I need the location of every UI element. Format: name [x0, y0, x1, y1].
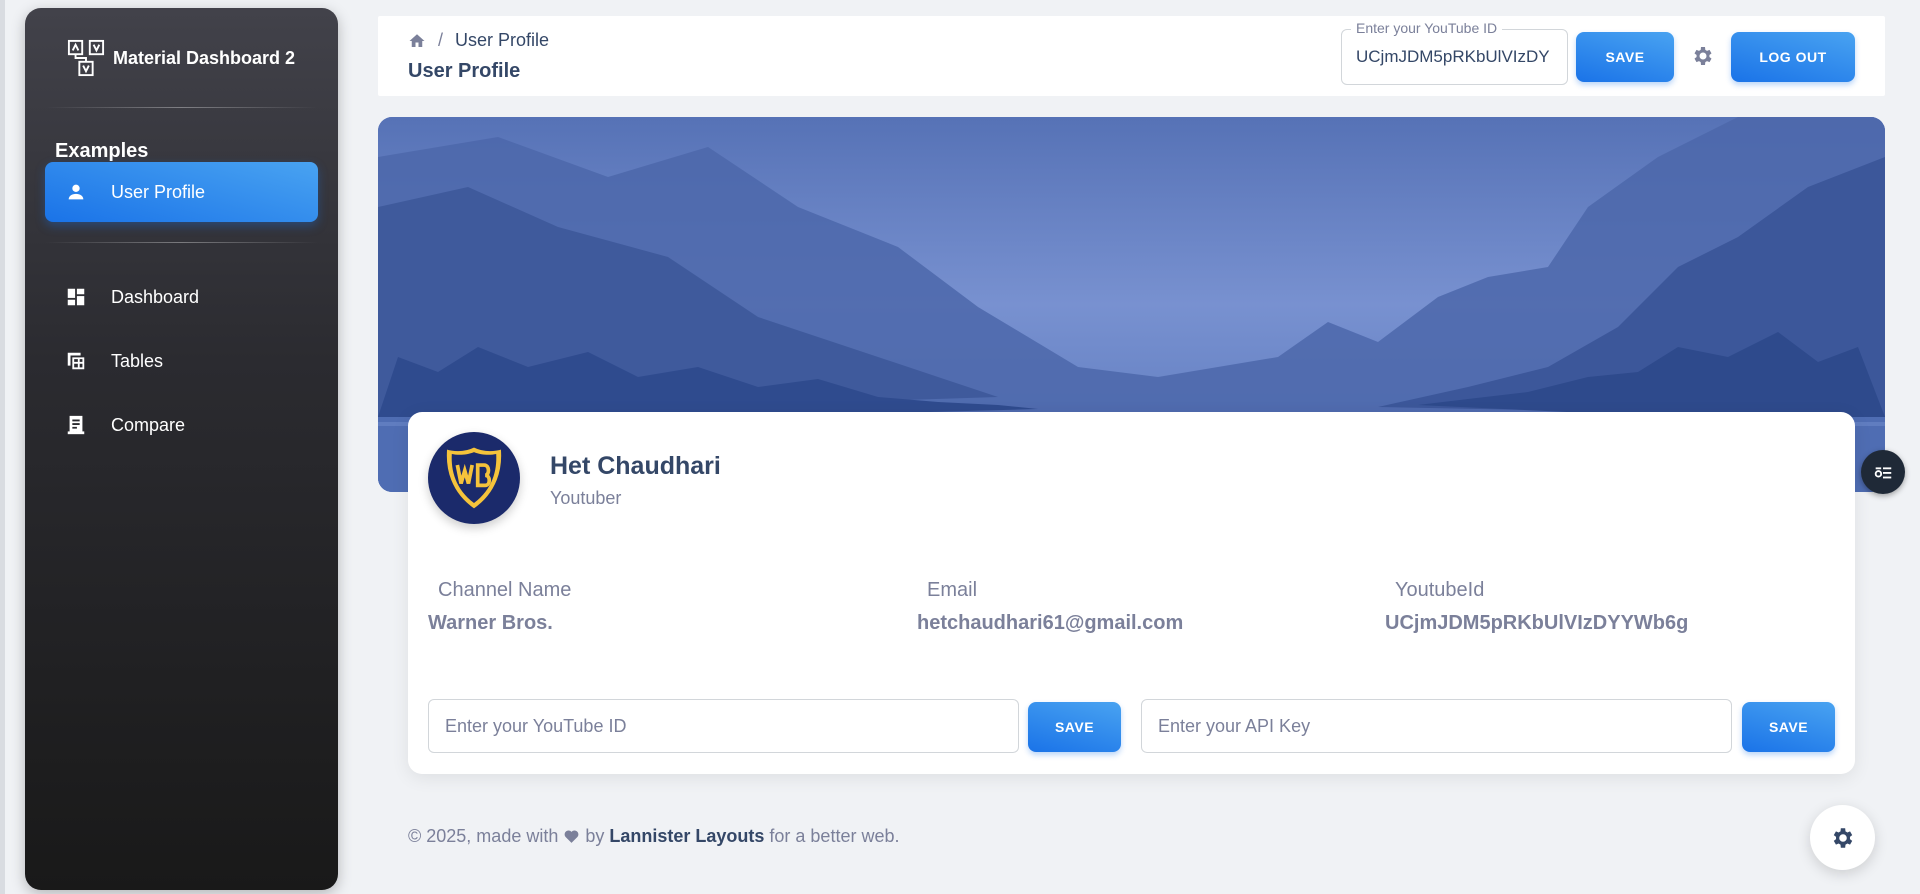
youtube-id-entry-field[interactable] [428, 699, 1019, 753]
youtube-id-field-label: YoutubeId [1395, 579, 1485, 601]
heart-icon [564, 830, 579, 843]
list-settings-icon [1874, 467, 1892, 479]
youtube-id-label: Enter your YouTube ID [1351, 20, 1503, 36]
footer-author-link[interactable]: Lannister Layouts [609, 826, 764, 847]
sidebar-divider [45, 107, 318, 108]
dashboard-icon [67, 288, 85, 306]
breadcrumb-current: User Profile [455, 30, 550, 50]
page-title: User Profile [408, 60, 521, 82]
footer: © 2025, made with by Lannister Layouts f… [408, 826, 899, 847]
brand-logo-icon [67, 39, 105, 77]
footer-by: by [585, 826, 605, 846]
sidebar-divider [45, 242, 318, 243]
email-label: Email [927, 579, 978, 601]
sidebar-section-title: Examples [55, 140, 149, 162]
sidebar-item-tables[interactable]: Tables [45, 331, 318, 391]
save-youtube-id-button[interactable]: SAVE [1028, 702, 1121, 752]
floating-panel-toggle[interactable] [1861, 450, 1905, 494]
window-edge [0, 0, 5, 894]
api-key-field[interactable] [1141, 699, 1732, 753]
sidebar-item-label: Tables [111, 350, 164, 371]
logout-button[interactable]: LOG OUT [1731, 32, 1855, 82]
sidebar-item-label: User Profile [111, 181, 206, 202]
home-icon[interactable] [408, 32, 426, 50]
channel-name-label: Channel Name [438, 579, 572, 601]
channel-name-value: Warner Bros. [428, 612, 553, 634]
brand[interactable]: Material Dashboard 2 [67, 38, 295, 78]
profile-role: Youtuber [550, 488, 622, 508]
profile-name: Het Chaudhari [550, 452, 721, 480]
email-value: hetchaudhari61@gmail.com [917, 612, 1184, 634]
sidebar-item-compare[interactable]: Compare [45, 395, 318, 455]
youtube-id-value: UCjmJDM5pRKbUlVIzDYYWb6g [1385, 612, 1689, 634]
person-icon [68, 184, 84, 200]
footer-suffix: for a better web. [769, 826, 900, 846]
table-icon [67, 352, 85, 370]
sidebar-item-label: Compare [111, 414, 186, 435]
top-navbar: / User Profile User Profile Enter your Y… [378, 16, 1885, 96]
sidebar-item-dashboard[interactable]: Dashboard [45, 267, 318, 327]
gear-icon [1833, 827, 1852, 848]
gear-icon [1694, 47, 1712, 65]
sidebar-item-label: Dashboard [111, 286, 200, 307]
profile-card: Het Chaudhari Youtuber Channel Name Warn… [408, 412, 1855, 774]
youtube-id-input[interactable] [1341, 29, 1568, 85]
sidebar: Material Dashboard 2 Examples User Profi… [25, 8, 338, 890]
warner-bros-logo-icon [444, 445, 504, 511]
settings-button[interactable] [1691, 44, 1715, 68]
footer-prefix: © 2025, made with [408, 826, 559, 846]
brand-name: Material Dashboard 2 [113, 47, 296, 68]
breadcrumb: / User Profile [408, 30, 549, 51]
configurator-button[interactable] [1810, 805, 1875, 870]
breadcrumb-separator: / [438, 30, 444, 50]
receipt-icon [67, 415, 85, 435]
top-save-button[interactable]: SAVE [1576, 32, 1674, 82]
avatar [428, 432, 520, 524]
sidebar-item-user-profile[interactable]: User Profile [45, 162, 318, 222]
save-api-key-button[interactable]: SAVE [1742, 702, 1835, 752]
